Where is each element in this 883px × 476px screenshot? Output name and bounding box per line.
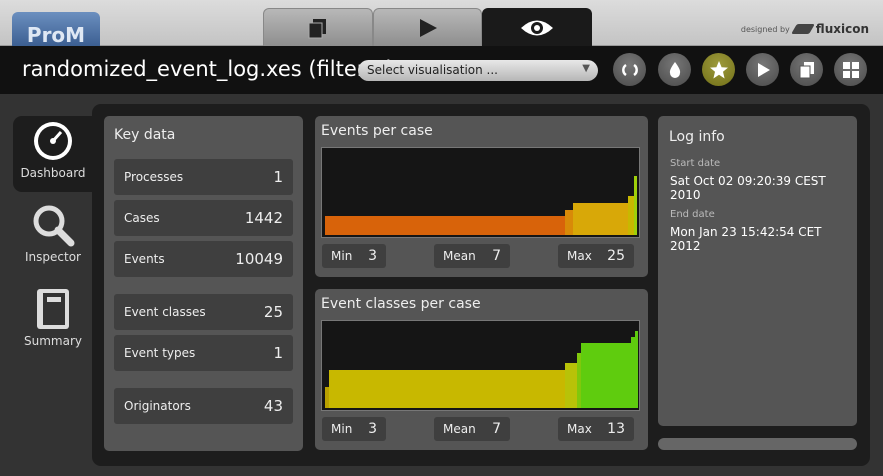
event-classes-per-case-title: Event classes per case: [321, 296, 481, 312]
refresh-icon: [621, 63, 638, 76]
chevron-down-icon: ▼: [582, 63, 590, 74]
stat-value: 1: [273, 344, 283, 362]
stat-value: 7: [492, 421, 501, 437]
histogram-bar: [631, 337, 635, 408]
stat-label: Cases: [124, 211, 160, 225]
stat-events: Events 10049: [114, 241, 293, 277]
key-data-title: Key data: [114, 127, 176, 143]
prom-logo: ProM: [12, 12, 100, 46]
page-title: randomized_event_log.xes (filtered: [22, 57, 392, 81]
stat-label: Min: [331, 422, 353, 436]
events-per-case-chart: [321, 147, 640, 238]
refresh-button[interactable]: [613, 53, 646, 86]
classes-mean: Mean 7: [434, 417, 510, 441]
events-max: Max 25: [558, 244, 634, 268]
end-date-label: End date: [670, 209, 715, 220]
sidebar-item-summary[interactable]: Summary: [13, 284, 93, 360]
stat-label: Mean: [443, 249, 476, 263]
stat-value: 25: [607, 248, 625, 264]
stat-label: Max: [567, 249, 592, 263]
start-date-value: Sat Oct 02 09:20:39 CEST 2010: [670, 174, 826, 202]
tab-views[interactable]: [482, 8, 593, 46]
visualisation-select[interactable]: Select visualisation ... ▼: [358, 60, 598, 81]
events-per-case-title: Events per case: [321, 123, 433, 139]
stat-value: 7: [492, 248, 501, 264]
stat-event-classes: Event classes 25: [114, 294, 293, 330]
stat-label: Min: [331, 249, 353, 263]
histogram-bar: [573, 203, 628, 235]
histogram-bar: [577, 353, 581, 408]
stat-label: Max: [567, 422, 592, 436]
credit-brand: fluxicon: [815, 22, 869, 36]
log-info-title: Log info: [669, 129, 725, 145]
sidebar-item-label: Inspector: [25, 250, 81, 264]
tab-workspace[interactable]: [263, 8, 373, 46]
stat-label: Events: [124, 252, 165, 266]
drop-button[interactable]: [658, 53, 691, 86]
eye-icon: [521, 20, 554, 35]
stat-label: Event classes: [124, 305, 206, 319]
classes-min: Min 3: [322, 417, 386, 441]
histogram-bar: [565, 363, 577, 408]
stat-event-types: Event types 1: [114, 335, 293, 371]
end-date-value: Mon Jan 23 15:42:54 CET 2012: [670, 225, 822, 253]
stat-label: Event types: [124, 346, 196, 360]
copy-icon: [308, 18, 326, 38]
stat-originators: Originators 43: [114, 388, 293, 424]
perspective-tabs: [263, 8, 593, 46]
stat-value: 25: [263, 303, 283, 321]
sidebar-item-label: Summary: [24, 334, 82, 348]
stat-value: 13: [607, 421, 625, 437]
visualisation-select-label: Select visualisation ...: [367, 63, 498, 77]
credit-prefix: designed by: [740, 24, 790, 34]
histogram-bar: [634, 176, 637, 235]
event-classes-per-case-chart: [321, 320, 640, 411]
histogram-bar: [635, 331, 638, 408]
stat-label: Mean: [443, 422, 476, 436]
sidebar-item-inspector[interactable]: Inspector: [13, 200, 93, 276]
copy-icon: [799, 61, 814, 78]
histogram-bar: [565, 210, 573, 235]
stat-label: Originators: [124, 399, 191, 413]
histogram-bar: [581, 343, 631, 408]
favorite-button[interactable]: [702, 53, 735, 86]
drop-icon: [669, 61, 680, 78]
play-button[interactable]: [746, 53, 779, 86]
star-icon: [709, 60, 728, 78]
grid-button[interactable]: [834, 53, 867, 86]
stat-cases: Cases 1442: [114, 200, 293, 236]
log-info-scrollbar[interactable]: [658, 438, 857, 450]
stat-value: 1442: [244, 209, 283, 227]
histogram-bar: [325, 216, 565, 235]
grid-icon: [842, 61, 859, 78]
sidebar-item-dashboard[interactable]: Dashboard: [13, 116, 93, 192]
sidebar-item-label: Dashboard: [20, 166, 86, 180]
events-min: Min 3: [322, 244, 386, 268]
play-icon: [419, 18, 437, 37]
stat-label: Processes: [124, 170, 184, 184]
stat-value: 43: [263, 397, 283, 415]
stat-processes: Processes 1: [114, 159, 293, 195]
stat-value: 3: [368, 421, 377, 437]
copy-button[interactable]: [790, 53, 823, 86]
gauge-icon: [34, 122, 72, 160]
fluxicon-logo-icon: [790, 24, 815, 34]
classes-max: Max 13: [558, 417, 634, 441]
events-mean: Mean 7: [434, 244, 510, 268]
histogram-bar: [325, 387, 329, 408]
top-strip: ProM designed by fluxicon: [0, 0, 883, 46]
credit: designed by fluxicon: [741, 22, 869, 36]
notebook-icon: [37, 289, 69, 329]
stat-value: 1: [273, 168, 283, 186]
stat-value: 10049: [235, 250, 283, 268]
stat-value: 3: [368, 248, 377, 264]
tab-actions[interactable]: [372, 8, 483, 46]
histogram-bar: [628, 196, 634, 235]
start-date-label: Start date: [670, 158, 721, 169]
magnifier-icon: [33, 205, 75, 247]
play-icon: [757, 62, 770, 77]
histogram-bar: [329, 370, 565, 408]
